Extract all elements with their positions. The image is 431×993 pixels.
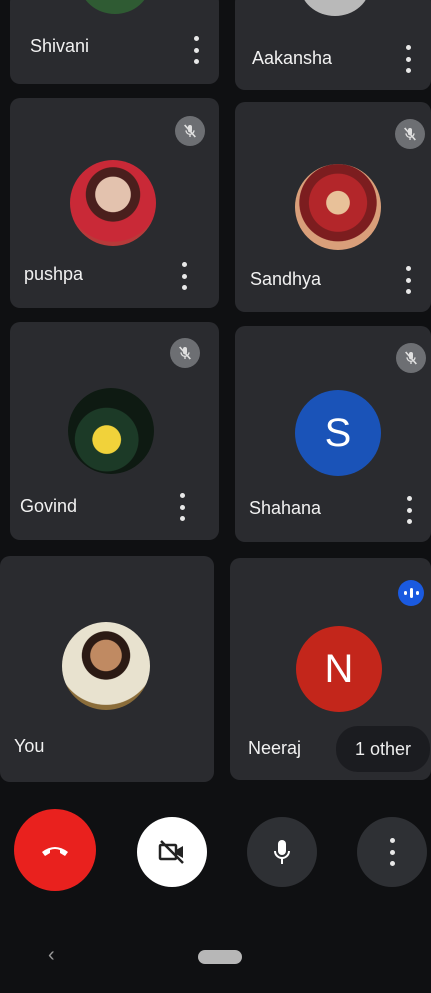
- participant-name: You: [14, 736, 45, 756]
- participant-tile-shivani[interactable]: Shivani: [10, 0, 219, 84]
- back-chevron-icon[interactable]: ‹: [48, 944, 55, 967]
- participant-name: Sandhya: [250, 269, 322, 289]
- hang-up-icon: [42, 847, 68, 856]
- participant-name: Shivani: [30, 36, 90, 56]
- more-options-button[interactable]: [357, 817, 427, 887]
- more-options-icon: [382, 838, 402, 866]
- participant-tile-pushpa[interactable]: pushpa: [10, 98, 219, 308]
- avatar: [300, 0, 370, 16]
- speaking-indicator-icon: [398, 580, 424, 606]
- participant-name: Shahana: [249, 498, 322, 518]
- mic-off-icon: [170, 338, 200, 368]
- others-badge[interactable]: 1 other: [336, 726, 430, 772]
- avatar-initial: S: [324, 410, 352, 455]
- participant-tile-shahana[interactable]: S Shahana: [235, 326, 431, 542]
- avatar-initial: N: [324, 646, 354, 691]
- mic-off-icon: [175, 116, 205, 146]
- mic-off-icon: [396, 343, 426, 373]
- microphone-icon: [274, 840, 290, 864]
- more-options-icon[interactable]: [174, 262, 194, 290]
- avatar: S: [295, 390, 381, 476]
- participant-tile-govind[interactable]: Govind: [10, 322, 219, 540]
- avatar: N: [296, 626, 382, 712]
- avatar: [80, 0, 150, 14]
- more-options-icon[interactable]: [398, 266, 418, 294]
- participant-name: Aakansha: [252, 48, 333, 68]
- avatar: [68, 388, 154, 474]
- participant-tile-aakansha[interactable]: Aakansha: [235, 0, 431, 90]
- camera-off-icon: [158, 840, 184, 864]
- avatar: [295, 164, 381, 250]
- mic-off-icon: [395, 119, 425, 149]
- more-options-icon[interactable]: [172, 493, 192, 521]
- participant-name: Govind: [20, 496, 78, 516]
- home-pill[interactable]: [198, 950, 242, 964]
- camera-toggle-button[interactable]: [137, 817, 207, 887]
- microphone-button[interactable]: [247, 817, 317, 887]
- participant-tile-sandhya[interactable]: Sandhya: [235, 102, 431, 312]
- more-options-icon[interactable]: [186, 36, 206, 64]
- participant-tile-you[interactable]: You: [0, 556, 214, 782]
- avatar: [62, 622, 150, 710]
- end-call-button[interactable]: [14, 809, 96, 891]
- more-options-icon[interactable]: [399, 496, 419, 524]
- participant-name: Neeraj: [248, 738, 302, 758]
- participant-name: pushpa: [24, 264, 84, 284]
- more-options-icon[interactable]: [398, 45, 418, 73]
- avatar: [70, 160, 156, 246]
